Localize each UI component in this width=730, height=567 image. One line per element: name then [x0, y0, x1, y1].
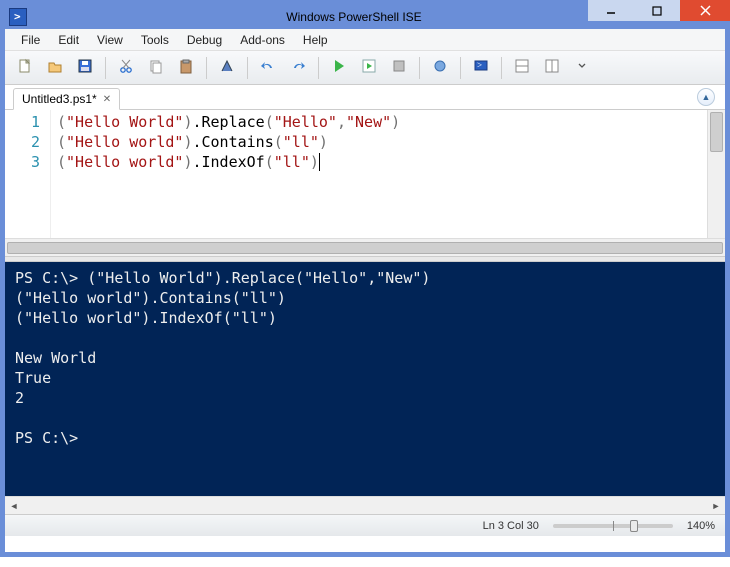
save-icon [77, 58, 93, 77]
layout-horizontal-icon [514, 58, 530, 77]
code-area[interactable]: ("Hello World").Replace("Hello","New")("… [51, 110, 707, 238]
tab-label: Untitled3.ps1* [22, 92, 97, 106]
zoom-center-tick [613, 521, 614, 531]
menu-debug[interactable]: Debug [179, 31, 230, 49]
toolbar-separator [206, 57, 207, 79]
save-button[interactable] [73, 56, 97, 80]
window-title: Windows PowerShell ISE [33, 10, 675, 24]
zoom-thumb[interactable] [630, 520, 638, 532]
stop-icon [391, 58, 407, 77]
run-selection-button[interactable] [357, 56, 381, 80]
tab-strip: Untitled3.ps1* ✕ ▲ [5, 85, 725, 110]
toolbar-separator [460, 57, 461, 79]
cut-icon [118, 58, 134, 77]
paste-button[interactable] [174, 56, 198, 80]
console-pane[interactable]: PS C:\> ("Hello World").Replace("Hello",… [5, 262, 725, 496]
zoom-slider[interactable] [553, 524, 673, 528]
more-button[interactable] [570, 56, 594, 80]
remote-icon: > [473, 58, 489, 77]
copy-button[interactable] [144, 56, 168, 80]
scrollbar-thumb[interactable] [710, 112, 723, 152]
toolbar-separator [501, 57, 502, 79]
close-button[interactable] [680, 0, 730, 21]
toolbar-separator [419, 57, 420, 79]
titlebar[interactable]: Windows PowerShell ISE [5, 5, 725, 29]
more-icon [577, 58, 587, 77]
scroll-left-button[interactable]: ◄ [5, 498, 23, 514]
menu-edit[interactable]: Edit [50, 31, 87, 49]
open-file-icon [47, 58, 63, 77]
scroll-right-button[interactable]: ► [707, 498, 725, 514]
layout-panes-icon [544, 58, 560, 77]
menu-help[interactable]: Help [295, 31, 336, 49]
menubar: FileEditViewToolsDebugAdd-onsHelp [5, 29, 725, 51]
svg-text:>: > [477, 60, 482, 70]
menu-view[interactable]: View [89, 31, 131, 49]
powershell-icon [9, 8, 27, 26]
menu-add-ons[interactable]: Add-ons [232, 31, 293, 49]
new-file-icon [17, 58, 33, 77]
menu-file[interactable]: File [13, 31, 48, 49]
scrollbar-track[interactable] [23, 498, 707, 514]
toolbar: > [5, 51, 725, 85]
run-selection-icon [361, 58, 377, 77]
undo-icon [260, 58, 276, 77]
statusbar: Ln 3 Col 30 140% [5, 514, 725, 536]
layout-horizontal-button[interactable] [510, 56, 534, 80]
clear-icon [219, 58, 235, 77]
breakpoint-button[interactable] [428, 56, 452, 80]
minimize-button[interactable] [588, 0, 634, 21]
tab-close-icon[interactable]: ✕ [103, 94, 111, 105]
undo-button[interactable] [256, 56, 280, 80]
copy-icon [148, 58, 164, 77]
editor-vertical-scrollbar[interactable] [707, 110, 725, 238]
maximize-button[interactable] [634, 0, 680, 21]
layout-panes-button[interactable] [540, 56, 564, 80]
window-controls [588, 0, 730, 21]
run-icon [331, 58, 347, 77]
stop-button[interactable] [387, 56, 411, 80]
redo-icon [290, 58, 306, 77]
collapse-script-pane-button[interactable]: ▲ [697, 88, 715, 106]
redo-button[interactable] [286, 56, 310, 80]
console-horizontal-scrollbar[interactable]: ◄ ► [5, 496, 725, 514]
menu-tools[interactable]: Tools [133, 31, 177, 49]
cursor-position: Ln 3 Col 30 [483, 520, 539, 532]
toolbar-separator [105, 57, 106, 79]
zoom-value: 140% [687, 520, 715, 532]
remote-button[interactable]: > [469, 56, 493, 80]
tab-untitled3[interactable]: Untitled3.ps1* ✕ [13, 88, 120, 110]
toolbar-separator [247, 57, 248, 79]
line-number-gutter: 123 [5, 110, 51, 238]
toolbar-separator [318, 57, 319, 79]
app-window: Windows PowerShell ISE FileEditViewTools… [0, 0, 730, 557]
script-editor[interactable]: 123 ("Hello World").Replace("Hello","New… [5, 110, 725, 238]
paste-icon [178, 58, 194, 77]
run-button[interactable] [327, 56, 351, 80]
editor-horizontal-scrollbar[interactable] [5, 238, 725, 256]
cut-button[interactable] [114, 56, 138, 80]
scrollbar-thumb[interactable] [7, 242, 723, 254]
open-file-button[interactable] [43, 56, 67, 80]
clear-button[interactable] [215, 56, 239, 80]
breakpoint-icon [432, 58, 448, 77]
new-file-button[interactable] [13, 56, 37, 80]
